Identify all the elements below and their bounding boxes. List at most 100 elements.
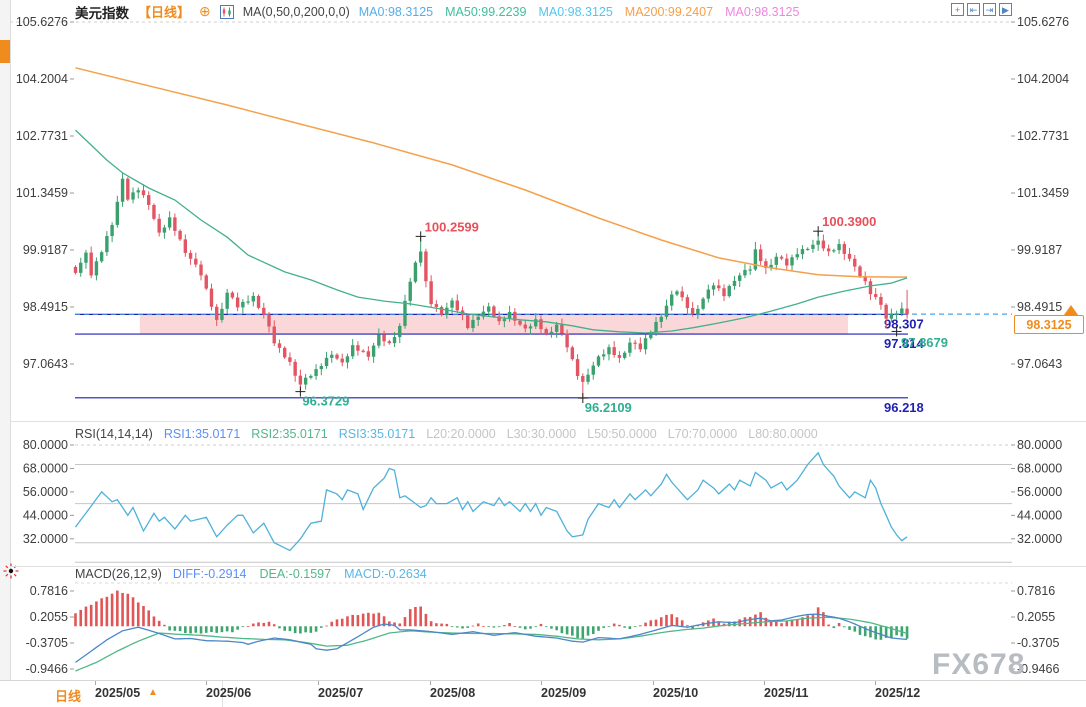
chevron-up-icon: ▲: [148, 687, 158, 698]
ma-settings-label: MA(0,50,0,200,0,0): [243, 5, 350, 19]
axis-label: 80.0000: [23, 438, 68, 452]
axis-label: 32.0000: [23, 532, 68, 546]
ma-value: MA200:99.2407: [625, 5, 713, 19]
rsi-value: RSI1:35.0171: [164, 427, 240, 441]
price-annotation: 100.3900: [822, 214, 876, 229]
macd-values: DIFF:-0.2914 DEA:-0.1597 MACD:-0.2634: [173, 567, 427, 581]
time-tick: [541, 681, 542, 685]
price-annotation: 96.2109: [585, 400, 632, 415]
macd-layer: [74, 591, 908, 671]
axis-label: 0.7816: [30, 584, 68, 598]
axis-label: 68.0000: [23, 461, 68, 475]
axis-label: 104.2004: [16, 72, 68, 86]
ma-lines: [76, 68, 908, 333]
chart-header: 美元指数 【日线】 ⊕ MA(0,50,0,200,0,0) MA0:98.31…: [75, 3, 799, 20]
gridlines: [10, 22, 1012, 583]
period-label: 日线: [55, 686, 81, 705]
candles-layer: [74, 173, 909, 398]
axis-label: 97.0643: [1017, 357, 1062, 371]
jump-to-latest-icon[interactable]: ▶: [999, 3, 1012, 16]
rsi-title: RSI(14,14,14): [75, 427, 153, 441]
rsi-values: RSI1:35.0171 RSI2:35.0171 RSI3:35.0171: [164, 427, 415, 441]
expand-time-axis-icon[interactable]: ⇥: [983, 3, 996, 16]
axis-label: 0.2055: [30, 610, 68, 624]
time-tick: [653, 681, 654, 685]
axis-label: 105.6276: [16, 15, 68, 29]
axis-label: 104.2004: [1017, 72, 1069, 86]
rsi-level: L30:30.0000: [507, 427, 577, 441]
rsi-value: RSI3:35.0171: [339, 427, 415, 441]
axis-label: 98.4915: [1017, 300, 1062, 314]
axis-label: 102.7731: [1017, 129, 1069, 143]
axis-label: 0.2055: [1017, 610, 1055, 624]
rsi-level: L80:80.0000: [748, 427, 818, 441]
price-annotation: 96.3729: [302, 394, 349, 409]
ma-value: MA0:98.3125: [359, 5, 433, 19]
axis-label: 99.9187: [1017, 243, 1062, 257]
axis-label: 68.0000: [1017, 461, 1062, 475]
time-label: 2025/07: [318, 686, 363, 700]
axis-label: 97.0643: [23, 357, 68, 371]
rsi-header: RSI(14,14,14) RSI1:35.0171RSI2:35.0171RS…: [75, 427, 818, 441]
last-price-badge: 98.3125: [1014, 315, 1084, 334]
axis-label: 101.3459: [16, 186, 68, 200]
symbol-title: 美元指数: [75, 2, 129, 22]
price-annotation: 97.8679: [901, 335, 948, 350]
axis-label: 32.0000: [1017, 532, 1062, 546]
add-indicator-icon[interactable]: ⊕: [199, 5, 211, 18]
time-label: 2025/05: [95, 686, 140, 700]
price-alert-arrow-icon[interactable]: [1064, 305, 1078, 315]
time-tick: [430, 681, 431, 685]
axis-label: 101.3459: [1017, 186, 1069, 200]
macd-value: DEA:-0.1597: [259, 567, 331, 581]
axis-label: 44.0000: [23, 508, 68, 522]
price-line-label: 96.218: [884, 400, 924, 415]
time-axis-bar: 日线 ▲ 2025/05 2025/06 2025/07 2025/08 2025/09…: [0, 680, 1086, 707]
time-label: 2025/11: [764, 686, 809, 700]
time-tick: [206, 681, 207, 685]
rsi-level: L20:20.0000: [426, 427, 496, 441]
axis-label: 44.0000: [1017, 508, 1062, 522]
time-label: 2025/12: [875, 686, 920, 700]
time-label: 2025/10: [653, 686, 698, 700]
axis-label: 56.0000: [23, 485, 68, 499]
time-label: 2025/06: [206, 686, 251, 700]
time-tick: [95, 681, 96, 685]
trading-chart-app: 美元指数 【日线】 ⊕ MA(0,50,0,200,0,0) MA0:98.31…: [0, 0, 1086, 707]
watermark: FX678: [932, 648, 1025, 682]
ma-value: MA50:99.2239: [445, 5, 526, 19]
axis-label: 98.4915: [23, 300, 68, 314]
axis-label: 0.7816: [1017, 584, 1055, 598]
candlestick-chart-icon[interactable]: [220, 5, 234, 19]
rsi-level: L70:70.0000: [668, 427, 738, 441]
time-label: 2025/08: [430, 686, 475, 700]
compress-time-axis-icon[interactable]: ⇤: [967, 3, 980, 16]
pan-icon[interactable]: +: [951, 3, 964, 16]
axis-label: 102.7731: [16, 129, 68, 143]
macd-header: MACD(26,12,9) DIFF:-0.2914 DEA:-0.1597 MAC…: [75, 567, 427, 581]
axis-label: 80.0000: [1017, 438, 1062, 452]
chart-toolbar: +⇤⇥▶: [951, 3, 1012, 16]
time-label: 2025/09: [541, 686, 586, 700]
axis-label: 56.0000: [1017, 485, 1062, 499]
rsi-level: L50:50.0000: [587, 427, 657, 441]
macd-value: DIFF:-0.2914: [173, 567, 247, 581]
macd-title: MACD(26,12,9): [75, 567, 162, 581]
ma-values: MA0:98.3125 MA50:99.2239 MA0:98.3125 MA200:…: [359, 5, 800, 19]
time-tick: [875, 681, 876, 685]
time-tick: [764, 681, 765, 685]
rsi-levels: L20:20.0000 L30:30.0000 L50:50.0000 L70:70.…: [426, 427, 818, 441]
price-annotation: 100.2599: [425, 219, 479, 234]
time-tick: [318, 681, 319, 685]
macd-value: MACD:-0.2634: [344, 567, 427, 581]
axis-label: -0.9466: [26, 662, 68, 676]
chart-canvas[interactable]: 105.6276 105.6276 104.2004 104.2004 102.7731…: [0, 0, 1086, 707]
axis-label: 105.6276: [1017, 15, 1069, 29]
axis-label: -0.3705: [26, 636, 68, 650]
period-tag[interactable]: 【日线】: [138, 2, 190, 21]
ma-value: MA0:98.3125: [725, 5, 799, 19]
rsi-value: RSI2:35.0171: [251, 427, 327, 441]
ma-value: MA0:98.3125: [538, 5, 612, 19]
rsi-line: [76, 453, 908, 551]
axis-label: 99.9187: [23, 243, 68, 257]
